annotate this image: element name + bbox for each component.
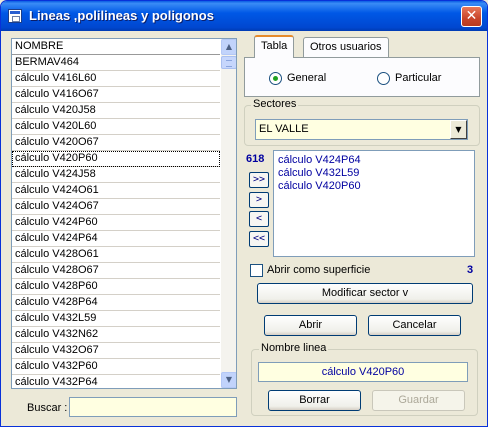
selected-item[interactable]: cálculo V420P60 <box>278 180 361 192</box>
list-item[interactable]: cálculo V424P60 <box>12 215 220 231</box>
abrir-superficie-label: Abrir como superficie <box>267 264 371 276</box>
tab-panel: General Particular <box>244 57 480 97</box>
close-button[interactable]: ✕ <box>461 6 482 27</box>
borrar-button[interactable]: Borrar <box>268 390 361 411</box>
buscar-label: Buscar : <box>27 402 68 414</box>
selected-item[interactable]: cálculo V432L59 <box>278 167 359 179</box>
scroll-thumb[interactable] <box>221 56 236 69</box>
title-bar[interactable]: Lineas ,polilineas y poligonos ✕ <box>1 1 487 31</box>
modificar-sector-button[interactable]: Modificar sector v <box>257 283 473 304</box>
list-item[interactable]: cálculo V432O67 <box>12 343 220 359</box>
list-item[interactable]: cálculo V424O67 <box>12 199 220 215</box>
remove-one-button[interactable]: < <box>249 211 269 227</box>
list-item[interactable]: cálculo V432P64 <box>12 375 220 388</box>
total-count: 618 <box>246 153 265 165</box>
list-item[interactable]: cálculo V420P60 <box>12 151 220 167</box>
guardar-button[interactable]: Guardar <box>372 390 465 411</box>
list-item[interactable]: cálculo V428O61 <box>12 247 220 263</box>
radio-general-label: General <box>287 72 327 84</box>
tab-tabla[interactable]: Tabla <box>254 35 295 58</box>
list-item[interactable]: cálculo V424P64 <box>12 231 220 247</box>
radio-particular-label: Particular <box>395 72 442 84</box>
list-item[interactable]: cálculo V428P64 <box>12 295 220 311</box>
list-item[interactable]: cálculo V416O67 <box>12 87 220 103</box>
list-item[interactable]: cálculo V432P60 <box>12 359 220 375</box>
radio-particular[interactable] <box>377 72 390 85</box>
radio-general[interactable] <box>269 72 282 85</box>
window-icon <box>8 9 22 23</box>
list-column-header[interactable]: NOMBRE <box>12 39 220 55</box>
app-window: Lineas ,polilineas y poligonos ✕ NOMBRE … <box>0 0 488 427</box>
list-item[interactable]: cálculo V420J58 <box>12 103 220 119</box>
sectores-selected-value: EL VALLE <box>259 123 309 135</box>
nombre-linea-input[interactable]: cálculo V420P60 <box>258 362 468 382</box>
list-item[interactable]: cálculo V424J58 <box>12 167 220 183</box>
list-item[interactable]: cálculo V432N62 <box>12 327 220 343</box>
nombre-linea-legend: Nombre linea <box>259 342 329 354</box>
list-item[interactable]: cálculo V432L59 <box>12 311 220 327</box>
sectores-legend: Sectores <box>251 98 299 110</box>
cancelar-button[interactable]: Cancelar <box>368 315 461 336</box>
list-item[interactable]: cálculo V416L60 <box>12 71 220 87</box>
abrir-superficie-checkbox[interactable] <box>250 264 263 277</box>
add-one-button[interactable]: > <box>249 192 269 208</box>
list-scrollbar[interactable]: ▲ ▼ <box>221 39 236 388</box>
add-all-button[interactable]: >> <box>249 172 269 188</box>
selected-count: 3 <box>467 264 474 276</box>
list-item[interactable]: BERMAV464 <box>12 55 220 71</box>
chevron-down-icon[interactable]: ▼ <box>450 120 467 139</box>
names-listbox[interactable]: NOMBRE BERMAV464 cálculo V416L60 cálculo V… <box>11 38 237 389</box>
remove-all-button[interactable]: << <box>249 231 269 247</box>
abrir-button[interactable]: Abrir <box>264 315 357 336</box>
list-item[interactable]: cálculo V428P60 <box>12 279 220 295</box>
buscar-input[interactable] <box>69 397 237 417</box>
tab-otros-usuarios[interactable]: Otros usuarios <box>303 37 389 58</box>
selected-item[interactable]: cálculo V424P64 <box>278 154 361 166</box>
scroll-down-icon[interactable]: ▼ <box>221 372 236 388</box>
list-item[interactable]: cálculo V420L60 <box>12 119 220 135</box>
list-item[interactable]: cálculo V420O67 <box>12 135 220 151</box>
selected-listbox[interactable]: cálculo V424P64 cálculo V432L59 cálculo … <box>273 150 475 257</box>
list-item[interactable]: cálculo V428O67 <box>12 263 220 279</box>
window-title: Lineas ,polilineas y poligonos <box>29 8 214 23</box>
scroll-up-icon[interactable]: ▲ <box>221 39 236 55</box>
sectores-select[interactable]: EL VALLE ▼ <box>255 119 468 140</box>
list-item[interactable]: cálculo V424O61 <box>12 183 220 199</box>
